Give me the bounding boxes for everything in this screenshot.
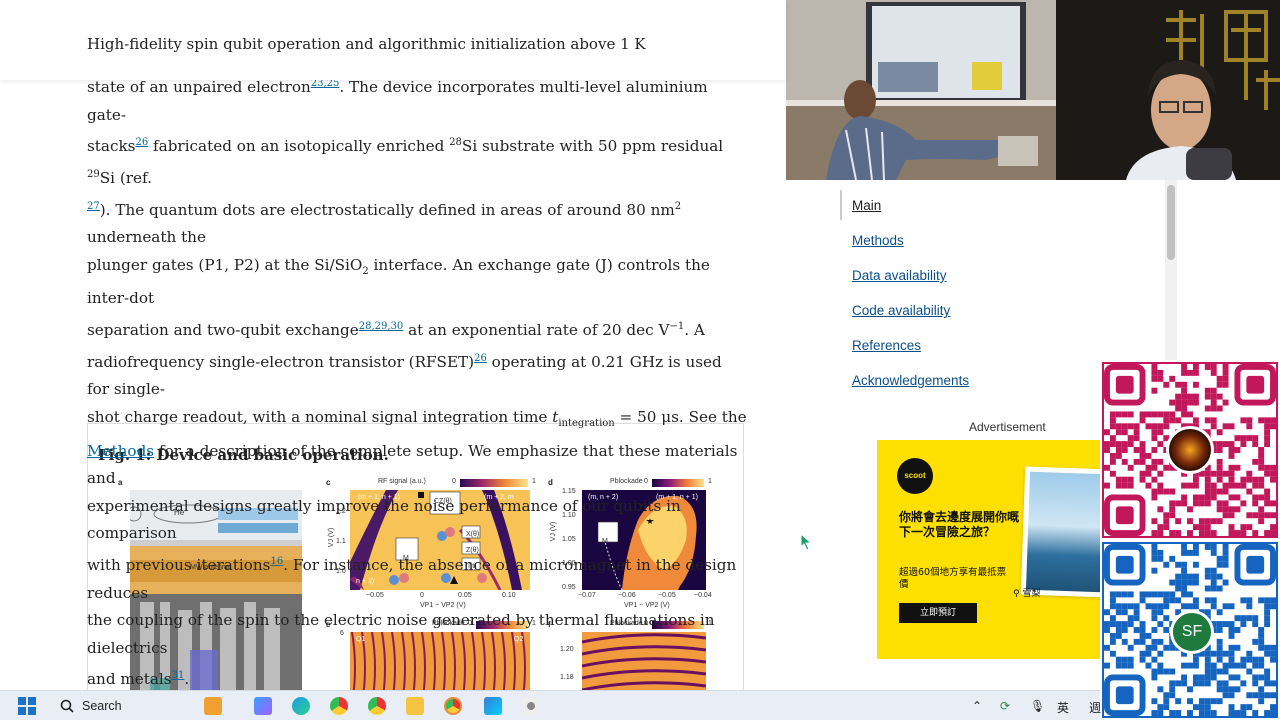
taskbar-search-box[interactable]: Search [82, 699, 122, 713]
file-explorer-icon[interactable] [406, 697, 424, 715]
advertisement-banner[interactable]: scoot 你將會去邊度展開你嘅下一次冒險之旅？ 超過60個地方享有最抵票價 立… [877, 440, 1101, 659]
photos-icon[interactable] [484, 697, 502, 715]
ref-link[interactable]: 26 [474, 353, 487, 364]
ref-link[interactable]: 27 [87, 201, 100, 212]
mouse-cursor [800, 533, 813, 551]
ref-link[interactable]: 31 [172, 670, 185, 681]
ad-location: ⚲ 雪梨 [1013, 589, 1041, 599]
chrome-icon[interactable] [330, 697, 348, 715]
nav-item-main[interactable]: Main [852, 198, 881, 213]
qr-code-blue[interactable]: SF [1102, 542, 1278, 718]
body-line: and metals31. [87, 670, 190, 689]
nav-item-references[interactable]: References [852, 338, 921, 353]
body-line: radiofrequency single-electron transisto… [87, 352, 722, 399]
body-line: separation and two-qubit exchange28,29,3… [87, 321, 705, 340]
chevron-up-icon[interactable]: ⌃ [972, 699, 982, 713]
ad-subtext: 超過60個地方享有最抵票價 [899, 567, 1007, 590]
nav-item-acknowledgements[interactable]: Acknowledgements [852, 373, 969, 388]
microphone-icon[interactable]: 🎙 [1030, 699, 1045, 713]
webcam-right-scene [1056, 0, 1280, 180]
copilot-icon[interactable] [254, 697, 272, 715]
widgets-icon[interactable] [204, 697, 222, 715]
ad-photo [1020, 466, 1101, 598]
nav-item-data-availability[interactable]: Data availability [852, 268, 947, 283]
ad-headline: 你將會去邊度展開你嘅下一次冒險之旅？ [899, 510, 1020, 539]
edge-icon[interactable] [292, 697, 310, 715]
body-line: 27). The quantum dots are electrostatica… [87, 200, 682, 247]
body-line: stacks26 fabricated on an isotopically e… [87, 137, 724, 187]
article-body: state of an unpaired electron23,25. The … [87, 70, 747, 694]
settings-gear-icon[interactable] [522, 697, 540, 715]
nav-item-code-availability[interactable]: Code availability [852, 303, 950, 318]
sf-logo: SF [1170, 610, 1214, 654]
advertisement-label: Advertisement [969, 420, 1046, 434]
article-header: High-fidelity spin qubit operation and a… [0, 0, 786, 80]
chrome-active-icon[interactable] [444, 697, 462, 715]
sidenav-scrollbar[interactable] [1165, 180, 1177, 380]
sync-icon[interactable]: ⟳ [1000, 699, 1010, 713]
location-pin-icon: ⚲ [1013, 589, 1020, 599]
windows-taskbar: Search ⌃ ⟳ 🎙 英 週 [0, 690, 1102, 720]
ref-link[interactable]: 16 [270, 556, 283, 567]
qr-code-column: SF [1100, 360, 1280, 720]
ref-link[interactable]: 28,29,30 [359, 321, 404, 332]
ad-book-now-button[interactable]: 立即預訂 [899, 603, 977, 623]
body-line: experimental designs greatly improve the… [87, 496, 681, 543]
methods-link[interactable]: Methods [87, 442, 154, 460]
body-line: plunger gates (P1, P2) at the Si/SiO2 in… [87, 255, 710, 308]
body-line: the coupling of the spin to the electric… [87, 611, 715, 657]
chrome-profile-icon[interactable] [368, 697, 386, 715]
tray-extra: 週 [1089, 701, 1102, 715]
qr-center-logo [1166, 426, 1214, 474]
search-icon[interactable] [60, 699, 74, 713]
webcam-feed-left [786, 0, 1056, 180]
webcam-feed-right [1056, 0, 1280, 180]
qr-code-red[interactable] [1102, 362, 1278, 538]
nav-active-indicator [840, 190, 842, 220]
nav-item-methods[interactable]: Methods [852, 233, 904, 248]
body-line: Methods for a description of the complet… [87, 441, 738, 488]
webcam-left-scene [786, 0, 1056, 180]
scoot-logo: scoot [897, 458, 933, 494]
body-line: shot charge readout, with a nominal sign… [87, 407, 747, 429]
sidenav-scrollbar-thumb[interactable] [1167, 185, 1175, 260]
input-method-indicator[interactable]: 英 [1057, 699, 1069, 716]
article-title: High-fidelity spin qubit operation and a… [87, 35, 646, 53]
body-line: with previous iterations16. For instance… [87, 555, 737, 602]
windows-start-icon[interactable] [18, 697, 36, 715]
ref-link[interactable]: 26 [135, 137, 148, 148]
